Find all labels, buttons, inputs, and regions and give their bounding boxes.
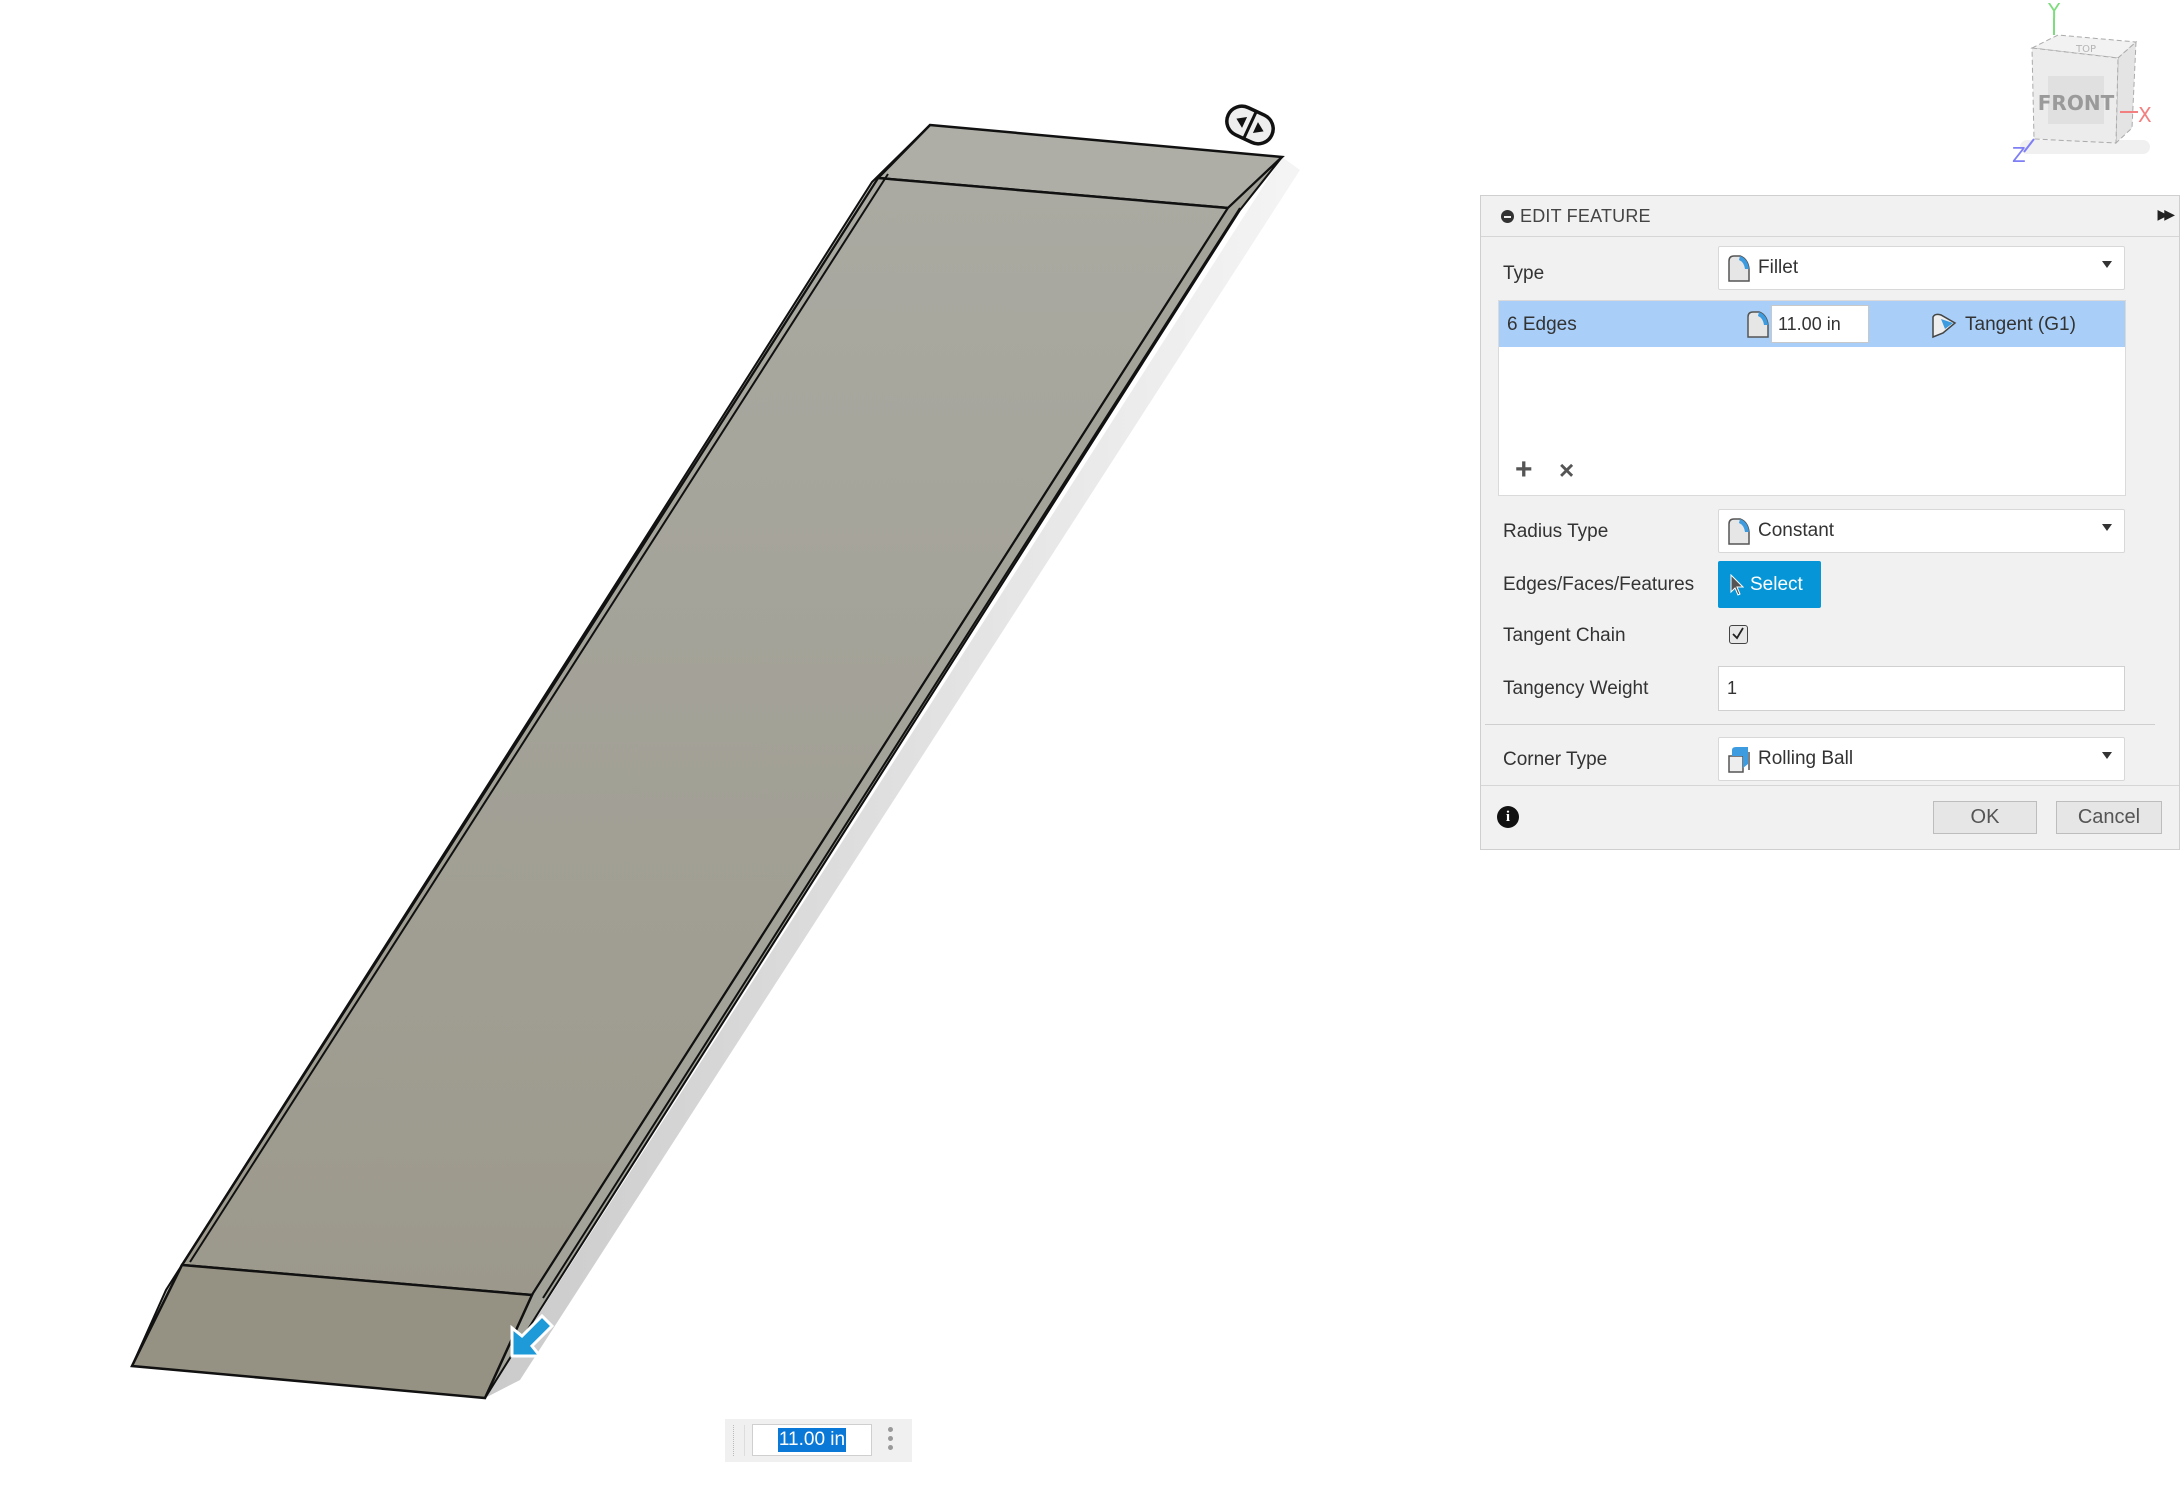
edge-radius-input[interactable]: 11.00 in: [1771, 305, 1869, 343]
radius-type-dropdown[interactable]: Constant: [1718, 509, 2125, 553]
fillet-icon: [1728, 255, 1750, 282]
info-icon[interactable]: i: [1497, 806, 1519, 828]
dimension-value: 11.00 in: [777, 1428, 847, 1452]
cursor-arrow-icon: [1730, 573, 1744, 596]
expand-panel-icon[interactable]: ▶▶: [2157, 206, 2174, 223]
select-label: Select: [1750, 573, 1803, 595]
panel-header: EDIT FEATURE ▶▶: [1481, 196, 2179, 237]
type-value: Fillet: [1758, 257, 1799, 278]
ok-button[interactable]: OK: [1933, 801, 2037, 834]
add-selection-button[interactable]: +: [1515, 455, 1533, 485]
view-cube[interactable]: FRONT TOP Y X Z: [1990, 0, 2180, 175]
type-label: Type: [1503, 263, 1545, 284]
edge-continuity[interactable]: Tangent (G1): [1965, 314, 2076, 336]
chevron-down-icon: [2102, 261, 2112, 268]
corner-type-label: Corner Type: [1503, 749, 1608, 770]
panel-footer: i OK Cancel: [1481, 785, 2179, 849]
divider: [1485, 724, 2155, 725]
viewcube-top-label: TOP: [2075, 44, 2096, 55]
corner-type-value: Rolling Ball: [1758, 748, 1854, 769]
edge-selection-list: 6 Edges 11.00 in Tangent (G1) + ×: [1498, 300, 2126, 496]
tangency-weight-input[interactable]: 1: [1718, 666, 2125, 711]
dimension-value-input[interactable]: 11.00 in: [752, 1424, 872, 1456]
remove-selection-button[interactable]: ×: [1559, 455, 1574, 485]
panel-title: EDIT FEATURE: [1520, 205, 1651, 226]
flip-direction-toggle[interactable]: [1222, 101, 1278, 148]
checkmark-icon: [1732, 627, 1744, 640]
edge-selection-row[interactable]: 6 Edges 11.00 in Tangent (G1): [1499, 301, 2125, 347]
edge-count: 6 Edges: [1507, 314, 1577, 335]
cancel-button[interactable]: Cancel: [2056, 801, 2162, 834]
radius-type-value: Constant: [1758, 520, 1835, 541]
floating-dimension-input: 11.00 in: [725, 1419, 912, 1462]
type-dropdown[interactable]: Fillet: [1718, 246, 2125, 290]
tangent-continuity-icon: [1932, 313, 1957, 339]
more-options-icon[interactable]: [888, 1427, 894, 1454]
axis-y-label: Y: [2047, 0, 2061, 23]
chevron-down-icon: [2102, 524, 2112, 531]
viewcube-front-label: FRONT: [2038, 91, 2115, 115]
body-main-face[interactable]: [179, 176, 1231, 1297]
axis-x-label: X: [2138, 103, 2152, 127]
edit-feature-panel: EDIT FEATURE ▶▶ Type Fillet 6 Edges 11.0…: [1480, 195, 2180, 850]
corner-type-dropdown[interactable]: Rolling Ball: [1718, 737, 2125, 781]
rolling-ball-icon: [1728, 747, 1750, 773]
collapse-icon[interactable]: [1501, 209, 1514, 223]
radius-type-label: Radius Type: [1503, 521, 1609, 542]
radius-icon: [1747, 311, 1769, 338]
select-button[interactable]: Select: [1718, 561, 1821, 608]
tangency-weight-label: Tangency Weight: [1503, 678, 1649, 699]
tangent-chain-label: Tangent Chain: [1503, 625, 1626, 646]
chevron-down-icon: [2102, 752, 2112, 759]
drag-handle[interactable]: [733, 1425, 745, 1456]
constant-radius-icon: [1728, 518, 1750, 545]
viewcube-right-face[interactable]: [2115, 40, 2137, 145]
axis-z-label: Z: [2012, 143, 2026, 167]
edges-faces-features-label: Edges/Faces/Features: [1503, 574, 1695, 595]
tangent-chain-checkbox[interactable]: [1729, 625, 1748, 644]
